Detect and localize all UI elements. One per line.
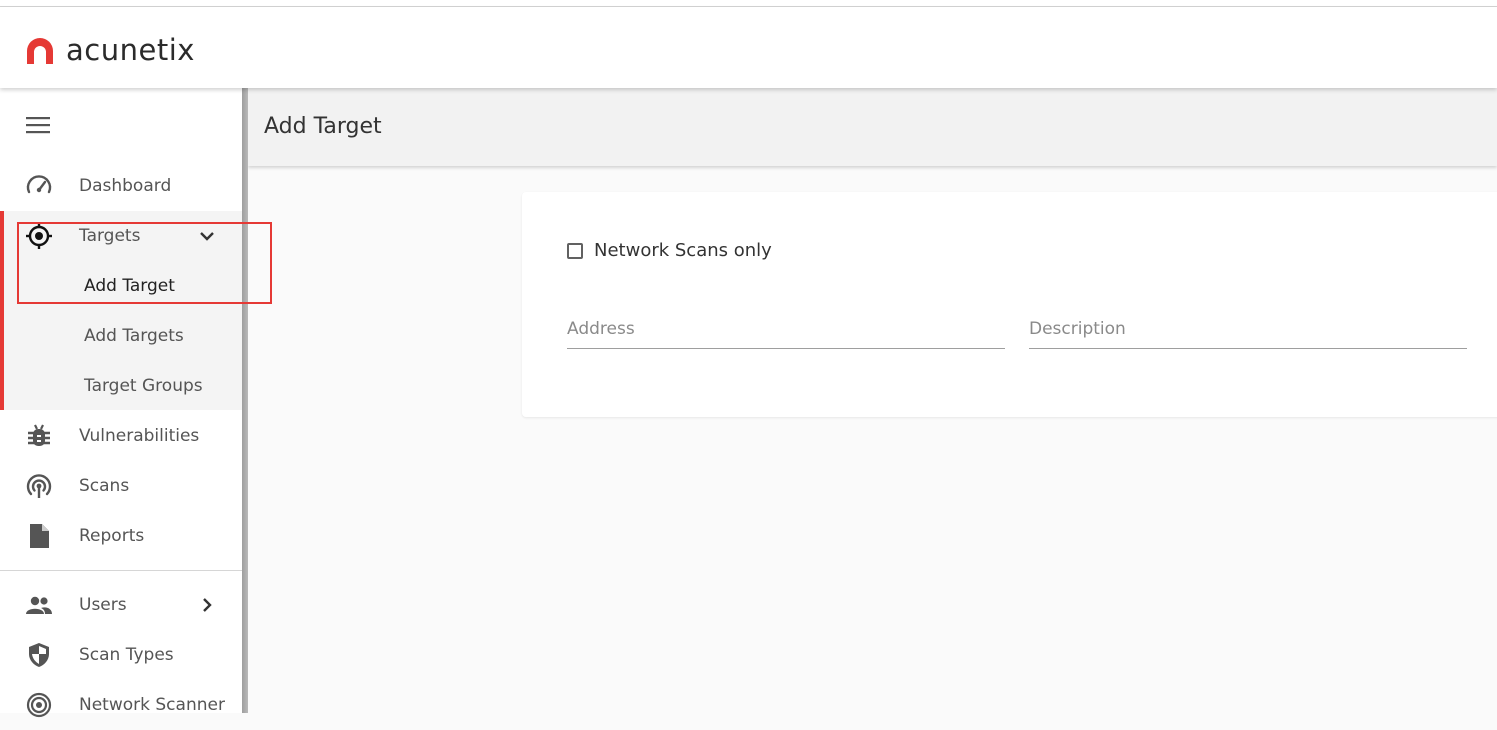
sidebar-item-label: Dashboard: [79, 176, 172, 196]
network-scanner-icon: [25, 691, 53, 719]
sidebar-subitem-add-targets[interactable]: Add Targets: [0, 311, 242, 361]
radar-icon: [25, 472, 53, 500]
sidebar-item-label: Vulnerabilities: [79, 426, 200, 446]
sidebar-item-scans[interactable]: Scans: [0, 461, 242, 511]
app-header: acunetix: [0, 7, 1497, 88]
sidebar-item-label: Network Scanner: [79, 695, 225, 715]
sidebar-item-users[interactable]: Users: [0, 580, 242, 630]
add-target-form-card: Network Scans only: [522, 192, 1497, 417]
sidebar-scrollbar[interactable]: [242, 88, 248, 713]
sidebar-subitem-target-groups[interactable]: Target Groups: [0, 361, 242, 411]
sidebar-item-dashboard[interactable]: Dashboard: [0, 161, 242, 211]
sidebar-item-scan-types[interactable]: Scan Types: [0, 630, 242, 680]
sidebar-divider: [0, 570, 242, 571]
sidebar-item-label: Reports: [79, 526, 145, 546]
sidebar-item-network-scanner[interactable]: Network Scanner: [0, 680, 242, 730]
brand-name: acunetix: [66, 33, 195, 67]
sidebar-item-label: Scans: [79, 476, 130, 496]
page-header: Add Target: [248, 88, 1497, 166]
network-scans-only-label: Network Scans only: [594, 240, 772, 261]
brand-logo[interactable]: acunetix: [24, 34, 195, 66]
acunetix-logo-icon: [27, 38, 53, 64]
sidebar-item-vulnerabilities[interactable]: Vulnerabilities: [0, 411, 242, 461]
sidebar-subitem-add-target[interactable]: Add Target: [0, 261, 242, 311]
address-input[interactable]: [567, 310, 1005, 349]
target-crosshair-icon: [25, 222, 53, 250]
document-icon: [25, 522, 53, 550]
page-title: Add Target: [264, 114, 382, 139]
speedometer-icon: [25, 172, 53, 200]
network-scans-only-checkbox[interactable]: [567, 242, 583, 259]
sidebar-subitem-label: Target Groups: [84, 376, 203, 396]
window-top-edge: [0, 0, 1497, 7]
sidebar-subitem-label: Add Target: [84, 276, 175, 296]
bug-icon: [25, 422, 53, 450]
network-scans-only-option[interactable]: Network Scans only: [567, 240, 772, 261]
sidebar-item-label: Targets: [79, 226, 141, 246]
sidebar-item-reports[interactable]: Reports: [0, 511, 242, 561]
sidebar-item-label: Scan Types: [79, 645, 174, 665]
sidebar-subitem-label: Add Targets: [84, 326, 184, 346]
sidebar-item-targets[interactable]: Targets: [0, 211, 242, 261]
description-input[interactable]: [1029, 310, 1467, 349]
hamburger-icon[interactable]: [26, 115, 52, 135]
chevron-right-icon[interactable]: [196, 594, 218, 616]
shield-icon: [25, 641, 53, 669]
chevron-down-icon[interactable]: [196, 225, 218, 247]
users-icon: [25, 591, 53, 619]
sidebar-item-label: Users: [79, 595, 127, 615]
